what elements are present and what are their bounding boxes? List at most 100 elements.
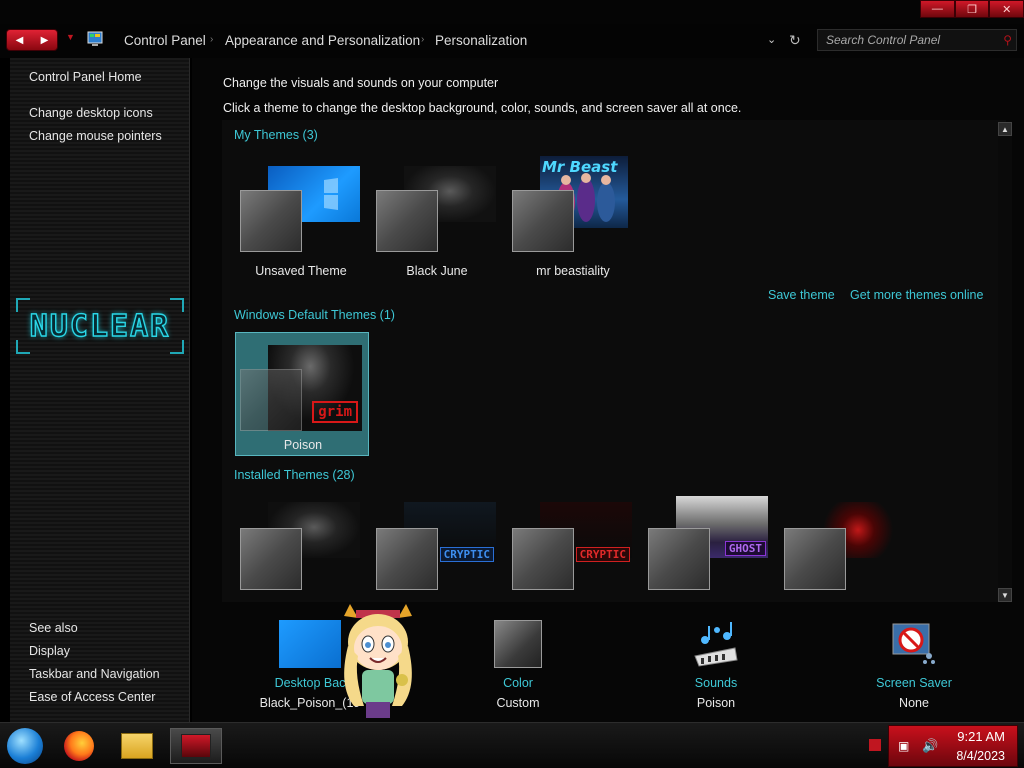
- theme-color-swatch: [784, 528, 846, 590]
- theme-color-swatch: [512, 528, 574, 590]
- start-button[interactable]: [6, 728, 44, 764]
- address-dropdown-icon[interactable]: ⌄: [767, 33, 776, 46]
- search-box: ⚲: [817, 29, 1017, 51]
- logo-frame-corner: [170, 340, 184, 354]
- theme-tile-poison[interactable]: grim Poison: [235, 332, 369, 456]
- network-icon[interactable]: ▣: [898, 739, 909, 753]
- screen-saver-value: None: [899, 696, 929, 710]
- taskbar-file-explorer[interactable]: [118, 728, 156, 764]
- change-desktop-icons-link[interactable]: Change desktop icons: [29, 106, 153, 120]
- theme-name: Unsaved Theme: [255, 264, 347, 278]
- forward-button[interactable]: ▶: [32, 30, 57, 50]
- theme-tile-cryptic-blue[interactable]: CRYPTIC: [370, 492, 504, 596]
- sounds-button[interactable]: Sounds Poison: [656, 620, 776, 710]
- save-theme-link[interactable]: Save theme: [768, 288, 835, 302]
- page-subheading: Click a theme to change the desktop back…: [223, 101, 742, 115]
- display-link[interactable]: Display: [29, 644, 70, 658]
- nuclear-logo: NUCLEAR: [16, 298, 184, 354]
- ease-of-access-link[interactable]: Ease of Access Center: [29, 690, 155, 704]
- theme-tile-cryptic-red[interactable]: CRYPTIC: [506, 492, 640, 596]
- logo-frame-corner: [170, 298, 184, 312]
- volume-icon[interactable]: 🔊: [922, 738, 938, 754]
- scroll-down-arrow-icon[interactable]: ▼: [998, 588, 1012, 602]
- folder-icon: [121, 733, 153, 759]
- change-mouse-pointers-link[interactable]: Change mouse pointers: [29, 129, 162, 143]
- color-value: Custom: [496, 696, 540, 710]
- recent-pages-chevron-icon[interactable]: ▼: [66, 32, 75, 42]
- default-themes-heading: Windows Default Themes (1): [234, 308, 395, 322]
- caption-buttons: — ❐ ✕: [920, 0, 1024, 20]
- refresh-icon[interactable]: ↻: [789, 32, 801, 49]
- theme-name: Poison: [283, 438, 323, 452]
- theme-color-swatch: [240, 369, 302, 431]
- logo-frame-corner: [16, 298, 30, 312]
- start-orb-icon: [7, 728, 43, 764]
- breadcrumb-personalization[interactable]: Personalization: [435, 33, 527, 48]
- search-icon[interactable]: ⚲: [1003, 33, 1012, 47]
- color-label: Color: [503, 676, 533, 690]
- sounds-icon: [694, 622, 738, 667]
- clock-date[interactable]: 8/4/2023: [956, 749, 1005, 763]
- theme-tile-ghost[interactable]: GHOST: [642, 492, 776, 596]
- sounds-value: Poison: [696, 696, 736, 710]
- get-more-themes-link[interactable]: Get more themes online: [850, 288, 983, 302]
- taskbar-firefox[interactable]: [60, 728, 98, 764]
- theme-color-swatch: [512, 190, 574, 252]
- theme-tile-red-glow[interactable]: [778, 492, 912, 596]
- logo-text: NUCLEAR: [29, 308, 171, 344]
- main-content: Change the visuals and sounds on your co…: [192, 58, 1024, 722]
- theme-color-swatch: [648, 528, 710, 590]
- cartoon-character-overlay: [344, 604, 412, 718]
- theme-tile-black-june[interactable]: Black June: [370, 156, 504, 280]
- wallpaper-caption: CRYPTIC: [439, 547, 494, 562]
- control-panel-window-icon: [181, 734, 211, 758]
- breadcrumb-separator[interactable]: ›: [210, 34, 213, 45]
- firefox-icon: [64, 731, 94, 761]
- themes-scrollbar[interactable]: ▲ ▼: [998, 122, 1012, 602]
- control-panel-home-link[interactable]: Control Panel Home: [29, 70, 142, 84]
- wallpaper-caption: grim: [312, 401, 358, 423]
- screen-saver-button[interactable]: Screen Saver None: [854, 620, 974, 710]
- minimize-button[interactable]: —: [920, 0, 955, 18]
- theme-color-swatch: [240, 528, 302, 590]
- theme-name: Black June: [406, 264, 468, 278]
- installed-themes-heading: Installed Themes (28): [234, 468, 355, 482]
- close-icon: ✕: [1002, 3, 1012, 16]
- page-heading: Change the visuals and sounds on your co…: [223, 76, 499, 90]
- theme-tile-installed[interactable]: [234, 492, 368, 596]
- system-tray: ▣ 🔊 9:21 AM 8/4/2023: [888, 725, 1018, 767]
- control-panel-icon: [87, 31, 103, 46]
- title-bar: — ❐ ✕: [0, 0, 1024, 24]
- navigation-buttons: ◀ ▶: [6, 29, 58, 51]
- breadcrumb-control-panel[interactable]: Control Panel: [124, 33, 206, 48]
- scroll-up-arrow-icon[interactable]: ▲: [998, 122, 1012, 136]
- back-button[interactable]: ◀: [7, 30, 32, 50]
- breadcrumb-appearance[interactable]: Appearance and Personalization: [225, 33, 420, 48]
- maximize-button[interactable]: ❐: [954, 0, 990, 18]
- taskbar-control-panel[interactable]: [170, 728, 222, 764]
- theme-tile-mr-beastiality[interactable]: Mr Beast mr beastiality: [506, 156, 640, 280]
- task-pane: Control Panel Home Change desktop icons …: [10, 58, 190, 722]
- color-button[interactable]: Color Custom: [458, 620, 578, 710]
- search-input[interactable]: [818, 30, 998, 50]
- theme-color-swatch: [376, 190, 438, 252]
- wallpaper-caption: GHOST: [724, 541, 766, 556]
- wallpaper-caption: CRYPTIC: [575, 547, 630, 562]
- address-bar: ◀ ▶ ▼ Control Panel › Appearance and Per…: [0, 24, 1024, 58]
- screen-saver-icon: [892, 623, 935, 664]
- see-also-heading: See also: [29, 621, 78, 635]
- color-swatch-icon: [494, 620, 542, 668]
- show-hidden-icons-icon[interactable]: [869, 739, 881, 751]
- taskbar-navigation-link[interactable]: Taskbar and Navigation: [29, 667, 160, 681]
- sounds-label: Sounds: [694, 676, 738, 690]
- close-button[interactable]: ✕: [989, 0, 1024, 18]
- my-themes-heading: My Themes (3): [234, 128, 318, 142]
- breadcrumb-separator[interactable]: ›: [421, 34, 424, 45]
- theme-tile-unsaved[interactable]: Unsaved Theme: [234, 156, 368, 280]
- screen-saver-label: Screen Saver: [876, 676, 952, 690]
- logo-frame-corner: [16, 340, 30, 354]
- theme-color-swatch: [240, 190, 302, 252]
- themes-list[interactable]: My Themes (3) Unsaved Theme Black June M…: [222, 120, 1006, 602]
- taskbar: ▣ 🔊 9:21 AM 8/4/2023: [0, 722, 1024, 768]
- clock-time[interactable]: 9:21 AM: [957, 729, 1005, 744]
